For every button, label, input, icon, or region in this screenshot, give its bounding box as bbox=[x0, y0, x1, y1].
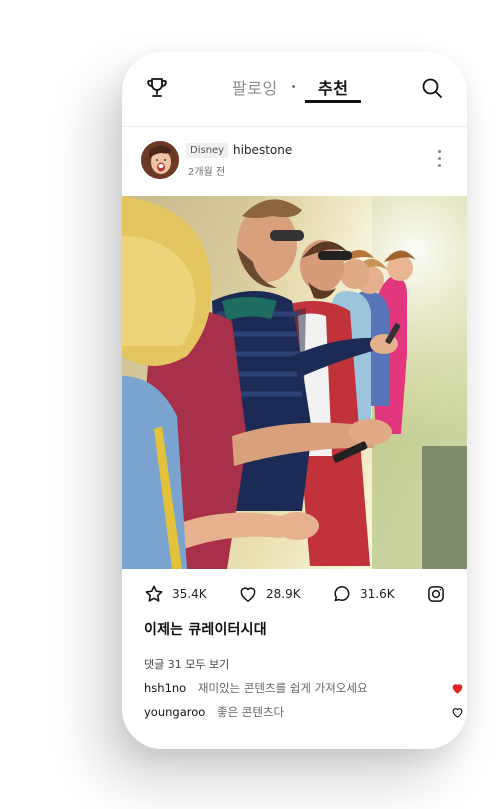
tab-following[interactable]: 팔로잉 bbox=[232, 75, 278, 99]
star-icon bbox=[145, 585, 163, 602]
comment-count: 31.6K bbox=[360, 587, 395, 601]
comment-text: 좋은 콘텐츠다 bbox=[216, 705, 285, 719]
brand-tag[interactable]: Disney bbox=[186, 143, 229, 158]
heart-icon bbox=[240, 587, 256, 602]
comment-item: youngaroo 좋은 콘텐츠다 bbox=[144, 704, 463, 720]
phone-frame: 팔로잉 추천 Disney hibestone 2개월 전 35.4K 28.9… bbox=[122, 52, 467, 749]
post-header: Disney hibestone 2개월 전 bbox=[122, 127, 467, 195]
more-icon[interactable] bbox=[438, 150, 441, 170]
star-action[interactable]: 35.4K bbox=[144, 582, 207, 606]
post-time: 2개월 전 bbox=[188, 167, 226, 178]
search-icon[interactable] bbox=[418, 74, 446, 102]
view-all-comments-link[interactable]: 댓글 31 모두 보기 bbox=[144, 656, 229, 672]
comment-icon bbox=[334, 586, 350, 602]
tab-recommended[interactable]: 추천 bbox=[318, 75, 348, 99]
heart-icon[interactable] bbox=[451, 706, 464, 722]
star-count: 35.4K bbox=[172, 587, 207, 601]
active-tab-indicator bbox=[305, 100, 361, 103]
username[interactable]: hibestone bbox=[233, 143, 292, 157]
instagram-icon[interactable] bbox=[426, 582, 454, 606]
comment-action[interactable]: 31.6K bbox=[332, 582, 395, 606]
post-actions: 35.4K 28.9K 31.6K bbox=[122, 582, 467, 612]
comment-text: 재미있는 콘텐츠를 쉽게 가져오세요 bbox=[197, 681, 368, 695]
tab-separator-dot bbox=[292, 85, 295, 88]
post-caption: 이제는 큐레이터시대 bbox=[144, 622, 267, 638]
heart-action[interactable]: 28.9K bbox=[238, 582, 301, 606]
comment-username[interactable]: hsh1no bbox=[144, 681, 186, 695]
heart-icon[interactable] bbox=[451, 682, 464, 698]
comment-item: hsh1no 재미있는 콘텐츠를 쉽게 가져오세요 bbox=[144, 680, 463, 696]
post-photo[interactable] bbox=[122, 196, 467, 569]
heart-count: 28.9K bbox=[266, 587, 301, 601]
feed-tabs: 팔로잉 추천 bbox=[122, 52, 467, 126]
avatar[interactable] bbox=[141, 141, 179, 179]
top-bar: 팔로잉 추천 bbox=[122, 52, 467, 127]
comment-username[interactable]: youngaroo bbox=[144, 705, 205, 719]
